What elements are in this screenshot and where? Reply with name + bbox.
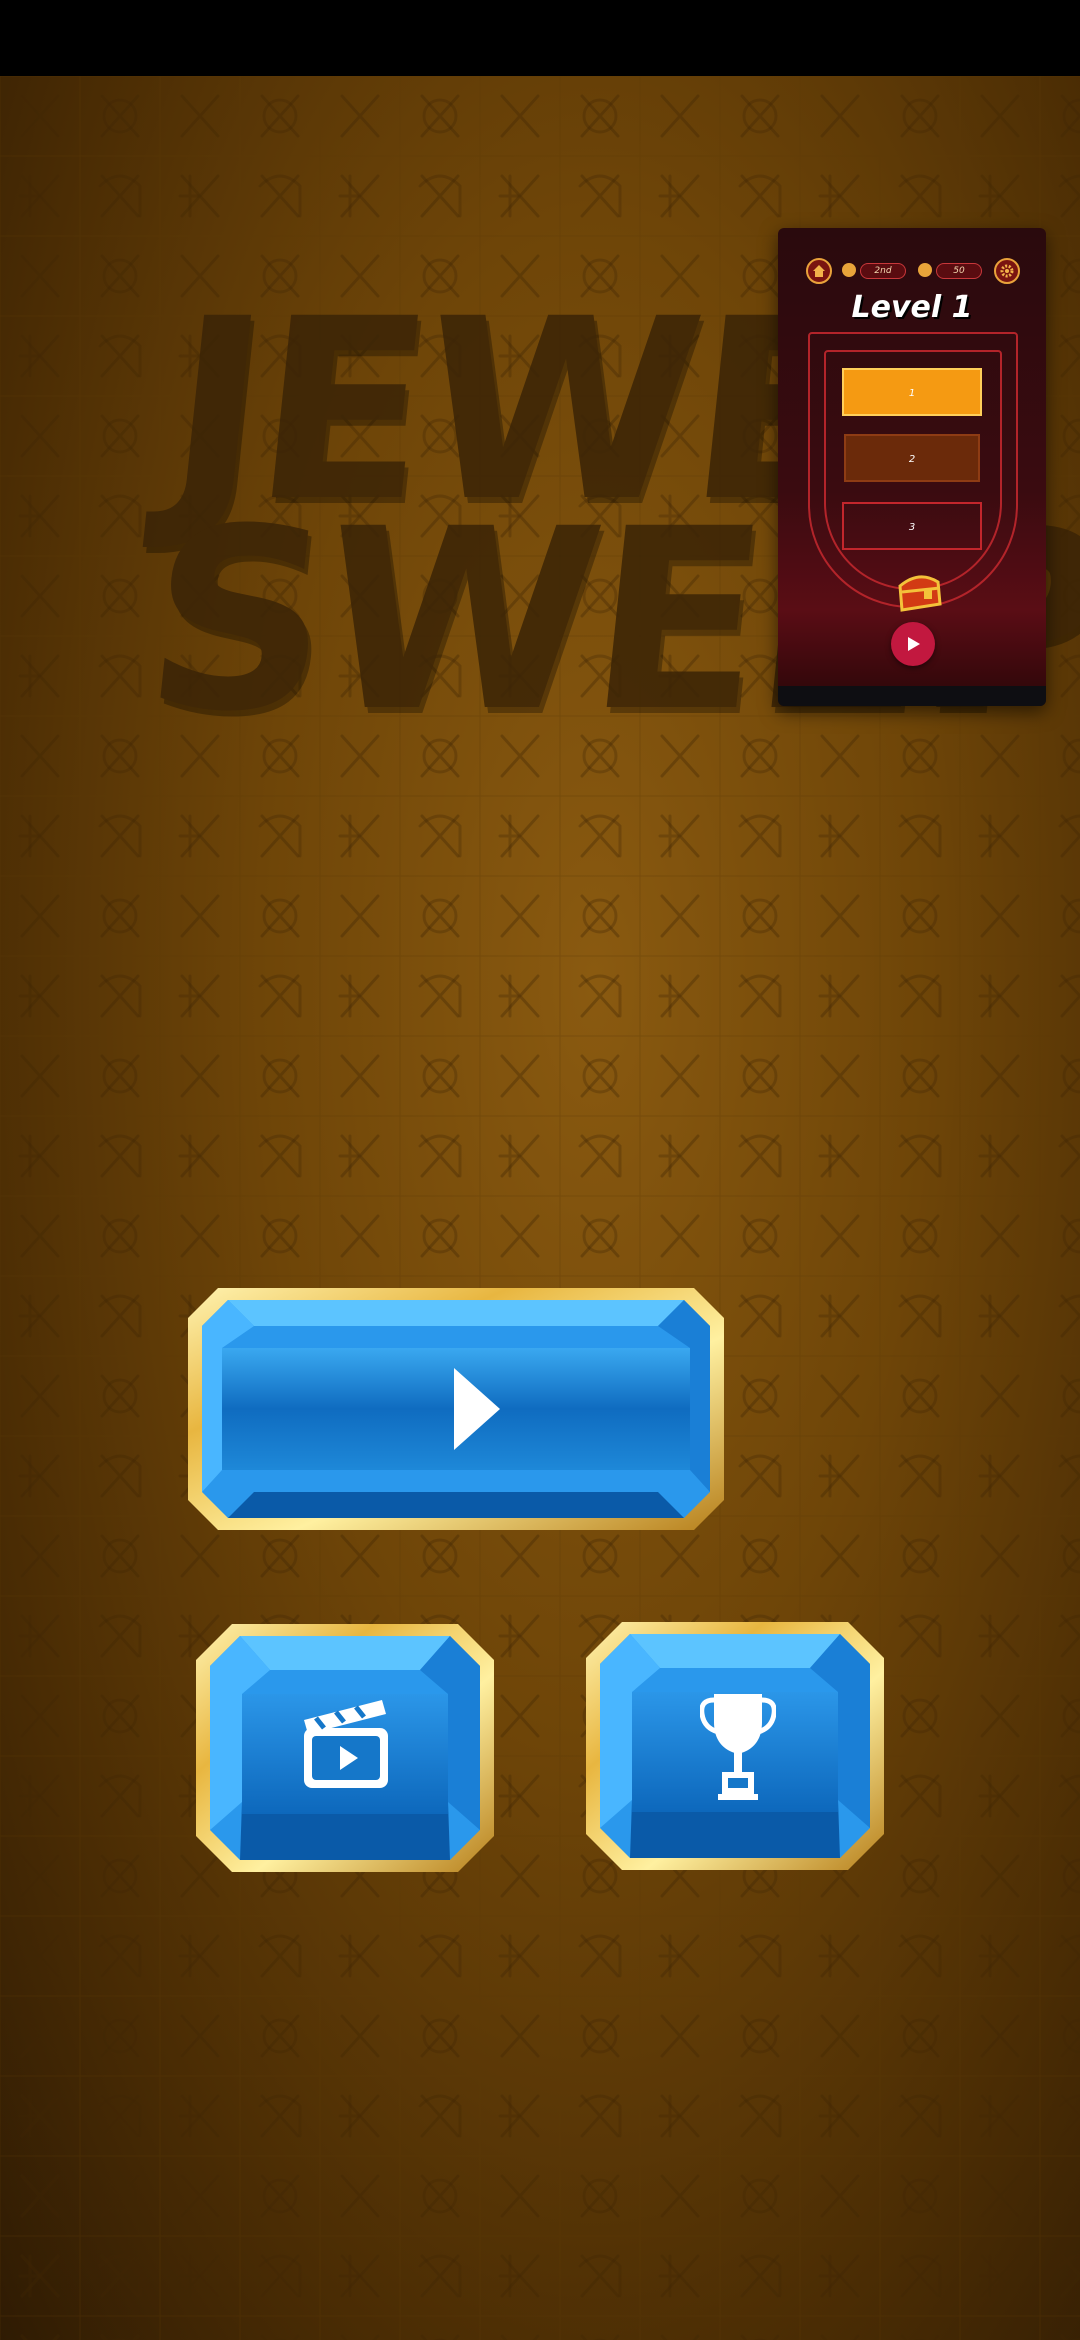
- level-button-1[interactable]: 1: [842, 368, 982, 416]
- coins-value: 50: [936, 263, 982, 279]
- treasure-chest-icon: [898, 575, 942, 612]
- rank-value: 2nd: [860, 263, 906, 279]
- home-icon[interactable]: [806, 258, 832, 284]
- watch-video-button[interactable]: [196, 1624, 494, 1872]
- play-icon[interactable]: [891, 622, 935, 666]
- trophy-icon: [700, 1694, 776, 1800]
- preview-nav-bar: [778, 686, 1046, 706]
- level-button-2[interactable]: 2: [844, 434, 980, 482]
- play-icon: [454, 1368, 500, 1450]
- level-title: Level 1: [851, 290, 973, 325]
- level-button-3[interactable]: 3: [842, 502, 982, 550]
- play-button[interactable]: [188, 1288, 724, 1530]
- coin-icon: [918, 263, 932, 277]
- clapperboard-icon: [304, 1700, 388, 1788]
- rank-icon: [842, 263, 856, 277]
- game-background: JEWEL SWEEP 2nd 50 Level 1 1 2 3: [0, 76, 1080, 2340]
- leaderboard-button[interactable]: [586, 1622, 884, 1870]
- status-bar: [0, 0, 1080, 76]
- level-preview-card[interactable]: 2nd 50 Level 1 1 2 3: [778, 228, 1046, 706]
- gear-icon[interactable]: [994, 258, 1020, 284]
